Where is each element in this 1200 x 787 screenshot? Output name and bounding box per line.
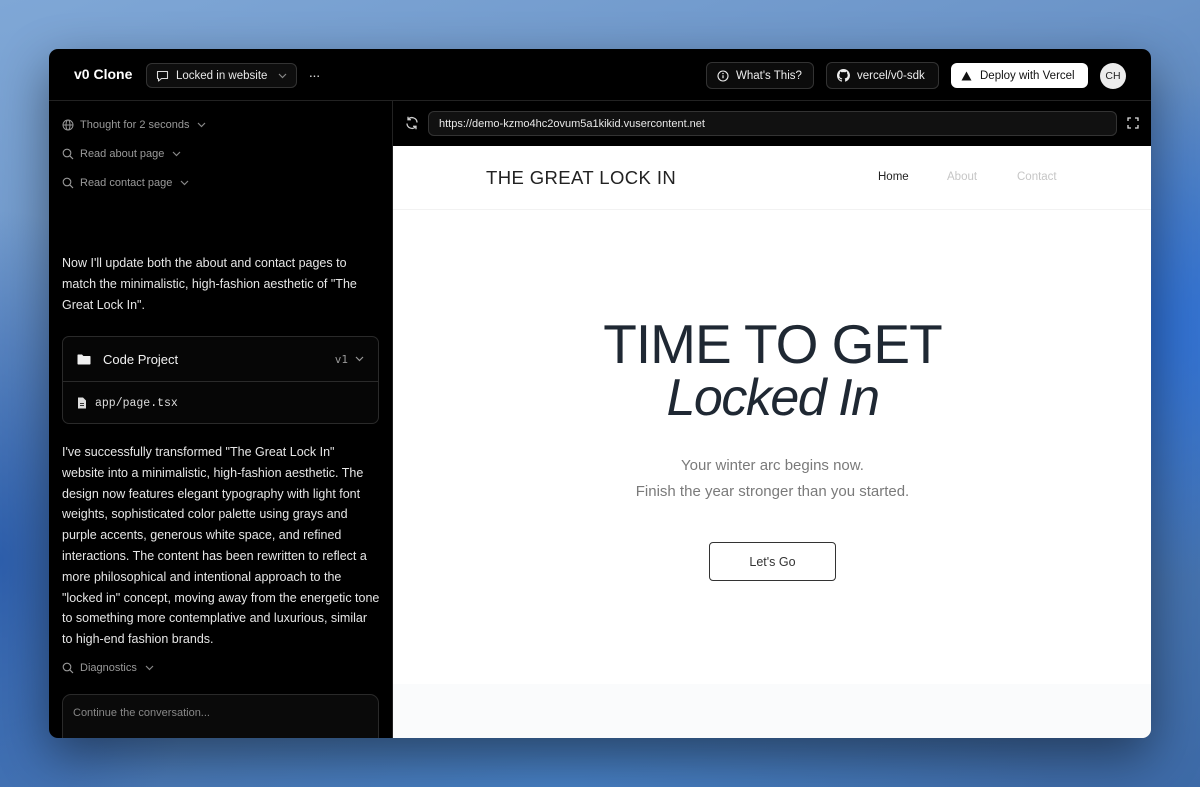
url-input[interactable]: https://demo-kzmo4hc2ovum5a1kikid.vuserc… (428, 111, 1117, 136)
file-name: app/page.tsx (95, 396, 178, 410)
app-window: v0 Clone Locked in website ··· What's Th… (49, 49, 1151, 738)
chat-bubble-icon (156, 70, 169, 82)
search-icon (62, 148, 74, 160)
top-bar: v0 Clone Locked in website ··· What's Th… (49, 49, 1151, 101)
lets-go-button[interactable]: Let's Go (709, 542, 836, 581)
step-diagnostics-label: Diagnostics (80, 662, 137, 674)
hero-headline-italic: Locked In (666, 369, 881, 427)
hero-headline: TIME TO GET (603, 313, 942, 375)
step-thought[interactable]: Thought for 2 seconds (62, 119, 206, 131)
nav-link-about[interactable]: About (947, 171, 977, 183)
more-options-button[interactable]: ··· (305, 63, 323, 87)
code-project-name: Code Project (103, 351, 179, 367)
website-preview: THE GREAT LOCK IN Home About Contact TIM… (393, 146, 1151, 738)
chat-panel: Thought for 2 seconds Read about page Re… (49, 101, 392, 738)
chevron-down-icon (180, 180, 189, 186)
hero-tagline: Your winter arc begins now. (681, 457, 864, 474)
assistant-message: Now I'll update both the about and conta… (62, 256, 357, 312)
assistant-message: I've successfully transformed "The Great… (62, 445, 380, 647)
step-read-about-label: Read about page (80, 148, 165, 160)
chevron-down-icon[interactable] (355, 356, 364, 362)
step-read-contact-label: Read contact page (80, 177, 173, 189)
globe-icon (62, 119, 74, 131)
refresh-icon[interactable] (405, 116, 419, 130)
composer-placeholder[interactable]: Continue the conversation... (73, 707, 210, 719)
preview-panel: https://demo-kzmo4hc2ovum5a1kikid.vuserc… (392, 101, 1151, 738)
site-navbar: THE GREAT LOCK IN Home About Contact (393, 146, 1151, 210)
user-avatar[interactable]: CH (1100, 63, 1126, 89)
version-label[interactable]: v1 (335, 353, 348, 366)
nav-link-home[interactable]: Home (878, 171, 909, 183)
code-project-card[interactable]: Code Project v1 app/page.tsx (62, 336, 379, 424)
search-icon (62, 662, 74, 674)
deploy-button[interactable]: Deploy with Vercel (951, 63, 1088, 88)
url-bar: https://demo-kzmo4hc2ovum5a1kikid.vuserc… (393, 101, 1151, 146)
site-footer (393, 684, 1151, 738)
step-read-contact[interactable]: Read contact page (62, 177, 189, 189)
github-repo-button[interactable]: vercel/v0-sdk (826, 62, 939, 89)
code-project-header[interactable]: Code Project v1 (63, 337, 378, 382)
vercel-triangle-icon (961, 71, 972, 80)
github-repo-label: vercel/v0-sdk (857, 69, 925, 82)
github-icon (837, 69, 850, 82)
chevron-down-icon (198, 122, 206, 128)
chevron-down-icon (278, 70, 287, 82)
fullscreen-icon[interactable] (1127, 117, 1139, 129)
search-icon (62, 177, 74, 189)
chat-selector[interactable]: Locked in website (146, 63, 297, 88)
step-read-about[interactable]: Read about page (62, 148, 181, 160)
app-title: v0 Clone (74, 66, 133, 82)
folder-icon (77, 354, 91, 364)
file-item[interactable]: app/page.tsx (63, 382, 378, 424)
hero-subtagline: Finish the year stronger than you starte… (635, 483, 910, 500)
step-diagnostics[interactable]: Diagnostics (62, 662, 154, 674)
message-composer[interactable]: Continue the conversation... (62, 694, 379, 738)
chat-selector-label: Locked in website (176, 69, 268, 82)
deploy-label: Deploy with Vercel (980, 69, 1075, 82)
info-icon (717, 69, 729, 82)
step-thought-label: Thought for 2 seconds (80, 119, 190, 131)
file-icon (78, 397, 86, 409)
site-brand[interactable]: THE GREAT LOCK IN (486, 167, 676, 189)
chevron-down-icon (145, 665, 154, 671)
chevron-down-icon (172, 151, 181, 157)
whats-this-label: What's This? (736, 69, 802, 82)
nav-link-contact[interactable]: Contact (1017, 171, 1057, 183)
whats-this-button[interactable]: What's This? (706, 62, 814, 89)
